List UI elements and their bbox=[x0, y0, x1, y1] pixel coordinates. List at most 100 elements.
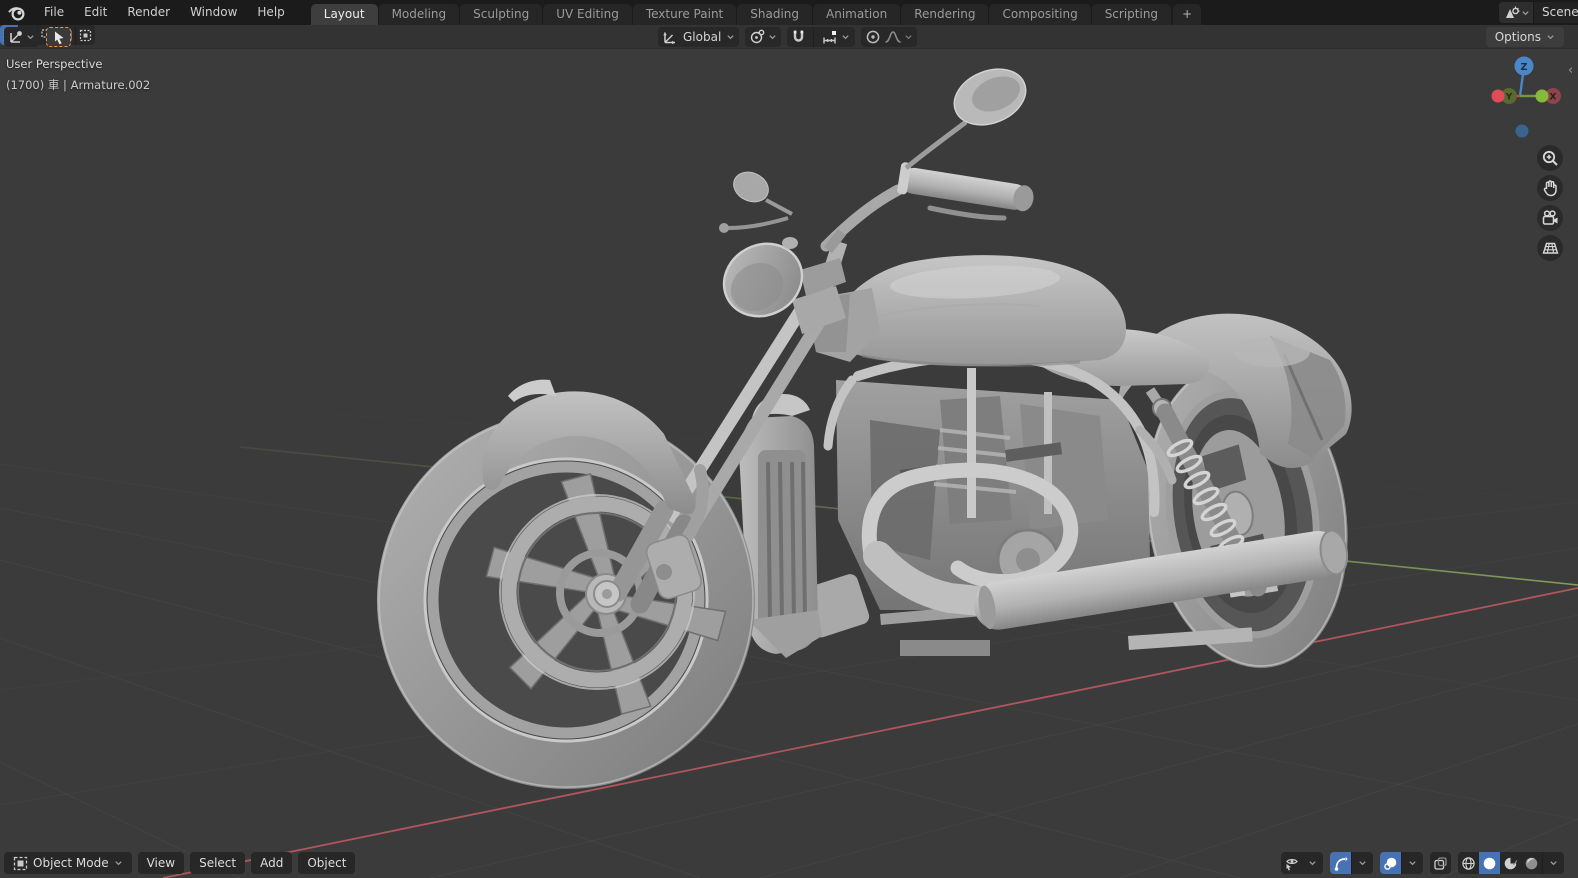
ortho-toggle-button[interactable] bbox=[1537, 235, 1563, 261]
proportional-editing-group bbox=[861, 27, 917, 47]
menu-object[interactable]: Object bbox=[298, 852, 355, 874]
show-overlays-group bbox=[1380, 852, 1423, 874]
menu-add[interactable]: Add bbox=[251, 852, 292, 874]
gizmo-options-dropdown[interactable] bbox=[1352, 852, 1373, 874]
zoom-icon bbox=[1541, 149, 1559, 167]
shading-material-button[interactable] bbox=[1500, 852, 1521, 874]
snap-toggle-button[interactable] bbox=[787, 27, 810, 47]
shading-rendered-icon bbox=[1524, 856, 1539, 871]
motorcycle-model[interactable] bbox=[377, 59, 1369, 789]
viewport-footer-left: Object Mode View Select Add Object bbox=[4, 852, 355, 874]
x-axis-line bbox=[163, 588, 1578, 878]
navigation-gizmo[interactable]: Y X Z bbox=[1468, 53, 1576, 149]
tab-uv-editing[interactable]: UV Editing bbox=[543, 4, 632, 25]
gizmo-neg-z-ball[interactable] bbox=[1516, 125, 1529, 138]
tab-compositing[interactable]: Compositing bbox=[989, 4, 1090, 25]
gizmo-neg-y-ball[interactable] bbox=[1536, 90, 1549, 103]
snap-increment-icon bbox=[822, 29, 838, 45]
menu-file[interactable]: File bbox=[34, 0, 74, 25]
blender-window: { "window_title": "Blender", "theme": { … bbox=[0, 0, 1578, 878]
tab-texture-paint[interactable]: Texture Paint bbox=[633, 4, 736, 25]
tool-header: Global bbox=[0, 25, 1578, 49]
editor-type-selector[interactable] bbox=[4, 27, 39, 47]
gizmo-neg-x-ball[interactable] bbox=[1492, 90, 1505, 103]
object-mode-icon bbox=[13, 856, 28, 871]
tab-sculpting[interactable]: Sculpting bbox=[460, 4, 542, 25]
shading-solid-button[interactable] bbox=[1479, 852, 1500, 874]
select-box-tool-icon bbox=[52, 30, 66, 45]
chevron-down-icon bbox=[114, 859, 123, 867]
transform-orientation-dropdown[interactable]: Global bbox=[658, 27, 739, 47]
shading-wireframe-icon bbox=[1461, 856, 1476, 871]
ortho-toggle-icon bbox=[1541, 239, 1560, 257]
object-types-visibility-dropdown[interactable] bbox=[1281, 852, 1323, 874]
snap-settings-dropdown[interactable] bbox=[817, 27, 855, 47]
menu-render[interactable]: Render bbox=[117, 0, 180, 25]
brake-lever bbox=[930, 208, 1004, 218]
transform-orientation-value: Global bbox=[681, 30, 723, 44]
shading-material-icon bbox=[1503, 856, 1518, 871]
show-gizmo-toggle[interactable] bbox=[1330, 852, 1351, 874]
menu-select[interactable]: Select bbox=[190, 852, 245, 874]
scene-selector[interactable]: Scene bbox=[1499, 2, 1578, 23]
proportional-falloff-dropdown[interactable] bbox=[884, 29, 913, 45]
select-box-tool-button[interactable] bbox=[46, 27, 71, 47]
viewport-scene[interactable] bbox=[0, 49, 1578, 878]
options-dropdown[interactable]: Options bbox=[1486, 27, 1564, 47]
shading-solid-icon bbox=[1482, 856, 1497, 871]
chevron-down-icon bbox=[1358, 859, 1367, 867]
tab-modeling[interactable]: Modeling bbox=[379, 4, 460, 25]
right-grip bbox=[897, 162, 1036, 215]
select-mode-intersect-button[interactable] bbox=[76, 25, 95, 45]
shading-options-dropdown[interactable] bbox=[1543, 852, 1564, 874]
tab-animation[interactable]: Animation bbox=[813, 4, 900, 25]
tab-rendering[interactable]: Rendering bbox=[901, 4, 988, 25]
gizmo-y-label: Y bbox=[1505, 93, 1513, 103]
gizmo-x-label: X bbox=[1550, 93, 1557, 103]
viewport-info-overlay: User Perspective (1700) 車 | Armature.002 bbox=[6, 57, 150, 93]
tab-scripting[interactable]: Scripting bbox=[1092, 4, 1171, 25]
pivot-icon bbox=[749, 29, 765, 45]
view-mode-label: User Perspective bbox=[6, 57, 150, 71]
shading-rendered-button[interactable] bbox=[1521, 852, 1542, 874]
show-overlays-icon bbox=[1383, 856, 1398, 871]
snapping-group bbox=[787, 27, 855, 47]
tab-shading[interactable]: Shading bbox=[737, 4, 812, 25]
camera-view-button[interactable] bbox=[1537, 205, 1563, 231]
menu-window[interactable]: Window bbox=[180, 0, 247, 25]
pan-button[interactable] bbox=[1537, 175, 1563, 201]
show-gizmo-group bbox=[1330, 852, 1373, 874]
zoom-button[interactable] bbox=[1537, 145, 1563, 171]
pan-icon bbox=[1541, 179, 1559, 197]
show-gizmo-icon bbox=[1333, 856, 1348, 871]
chevron-down-icon bbox=[1408, 859, 1417, 867]
viewport-3d[interactable]: User Perspective (1700) 車 | Armature.002… bbox=[0, 49, 1578, 878]
pivot-point-dropdown[interactable] bbox=[745, 27, 781, 47]
chevron-down-icon bbox=[1308, 859, 1317, 867]
workspace-tabs: Layout Modeling Sculpting UV Editing Tex… bbox=[311, 0, 1201, 25]
overlays-options-dropdown[interactable] bbox=[1402, 852, 1423, 874]
xray-icon bbox=[1433, 856, 1448, 871]
tab-layout[interactable]: Layout bbox=[311, 4, 378, 25]
menu-view[interactable]: View bbox=[138, 852, 184, 874]
add-workspace-button[interactable]: + bbox=[1173, 4, 1201, 25]
proportional-icon bbox=[865, 29, 881, 45]
menu-help[interactable]: Help bbox=[247, 0, 294, 25]
right-mirror-stem bbox=[906, 122, 966, 168]
toggle-xray-button[interactable] bbox=[1430, 852, 1451, 874]
mode-selector[interactable]: Object Mode bbox=[4, 852, 132, 874]
falloff-curve-icon bbox=[884, 29, 902, 45]
snap-magnet-icon bbox=[791, 29, 806, 45]
camera-view-icon bbox=[1541, 209, 1560, 227]
chevron-down-icon bbox=[1546, 33, 1555, 41]
show-overlays-toggle[interactable] bbox=[1380, 852, 1401, 874]
proportional-editing-toggle[interactable] bbox=[865, 29, 881, 45]
collapse-sidebar-icon[interactable]: ‹ bbox=[1568, 63, 1573, 78]
shading-wireframe-button[interactable] bbox=[1458, 852, 1479, 874]
scene-name[interactable]: Scene bbox=[1533, 2, 1578, 23]
blender-logo-icon[interactable] bbox=[8, 4, 26, 22]
chevron-down-icon bbox=[904, 33, 913, 41]
object-types-visibility-icon bbox=[1284, 856, 1300, 871]
topbar: File Edit Render Window Help Layout Mode… bbox=[0, 0, 1578, 25]
menu-edit[interactable]: Edit bbox=[74, 0, 117, 25]
